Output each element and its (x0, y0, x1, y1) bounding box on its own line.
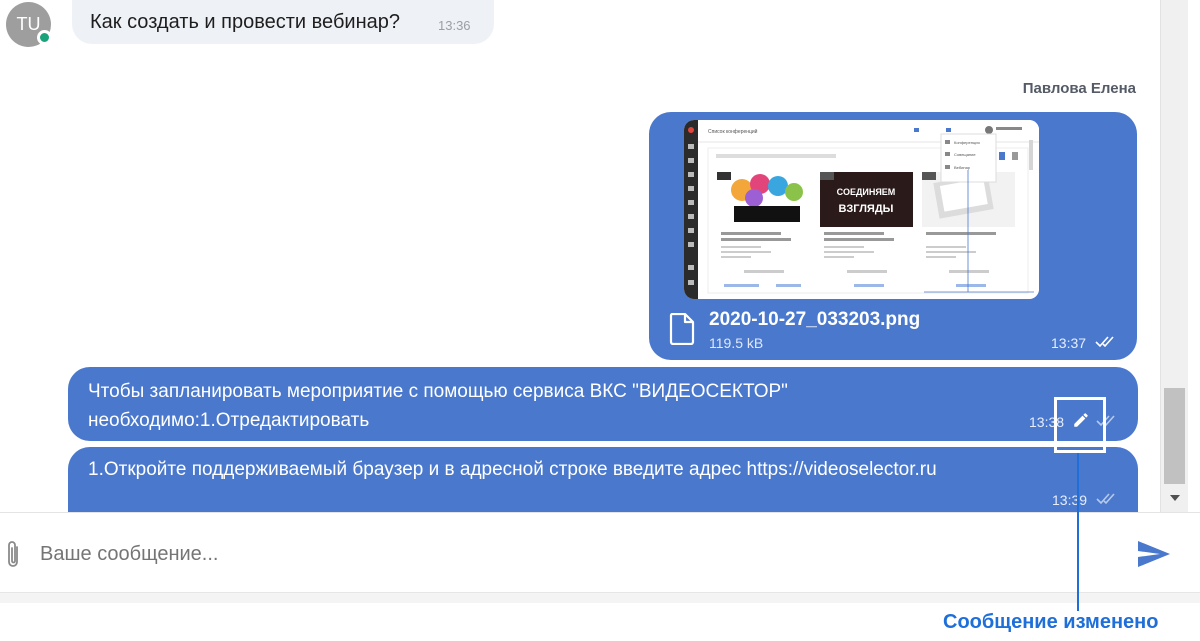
scrollbar-thumb[interactable] (1164, 388, 1185, 484)
message-input[interactable] (40, 535, 1120, 573)
svg-text:СОЕДИНЯЕМ: СОЕДИНЯЕМ (837, 187, 896, 197)
send-icon[interactable] (1137, 540, 1171, 568)
outgoing-message[interactable]: 1.Откройте поддерживаемый браузер и в ад… (68, 447, 1138, 512)
paperclip-icon[interactable] (4, 539, 22, 571)
image-thumbnail[interactable]: Список конференций СОЕДИНЯЕМ ВЗГЛЯДЫ Кон… (684, 120, 1039, 299)
double-check-icon (1096, 493, 1115, 505)
incoming-message-time: 13:36 (438, 18, 471, 33)
attachment-message[interactable]: Список конференций СОЕДИНЯЕМ ВЗГЛЯДЫ Кон… (649, 112, 1137, 360)
svg-text:ВЗГЛЯДЫ: ВЗГЛЯДЫ (839, 203, 894, 215)
incoming-message[interactable]: Как создать и провести вебинар? 13:36 (72, 0, 494, 44)
svg-text:Совещание: Совещание (954, 152, 976, 157)
message-time: 13:37 (1051, 335, 1087, 351)
double-check-icon (1095, 336, 1114, 348)
scrollbar[interactable] (1160, 0, 1188, 512)
incoming-message-text: Как создать и провести вебинар? (90, 11, 400, 33)
footer-divider (0, 592, 1200, 603)
message-composer (0, 512, 1200, 592)
message-time: 13:39 (1052, 492, 1088, 508)
scroll-down-arrow-icon[interactable] (1161, 488, 1189, 508)
svg-text:Вебинар: Вебинар (954, 165, 971, 170)
file-name[interactable]: 2020-10-27_033203.png (709, 309, 920, 331)
annotation-label: Сообщение изменено (943, 611, 1159, 633)
annotation-pointer-line (1077, 453, 1079, 611)
svg-text:Конференция: Конференция (954, 140, 980, 145)
file-icon (669, 313, 695, 345)
online-status-icon (37, 30, 52, 45)
annotation-highlight-box (1054, 397, 1106, 453)
thumb-page-title: Список конференций (708, 128, 758, 135)
message-text: 1.Откройте поддерживаемый браузер и в ад… (88, 459, 937, 480)
chat-message-list: TU Как создать и провести вебинар? 13:36… (0, 0, 1160, 512)
message-text: Чтобы запланировать мероприятие с помощь… (88, 381, 788, 431)
file-size: 119.5 kB (709, 335, 764, 351)
sender-name: Павлова Елена (1022, 80, 1136, 97)
outgoing-message[interactable]: Чтобы запланировать мероприятие с помощь… (68, 367, 1138, 441)
